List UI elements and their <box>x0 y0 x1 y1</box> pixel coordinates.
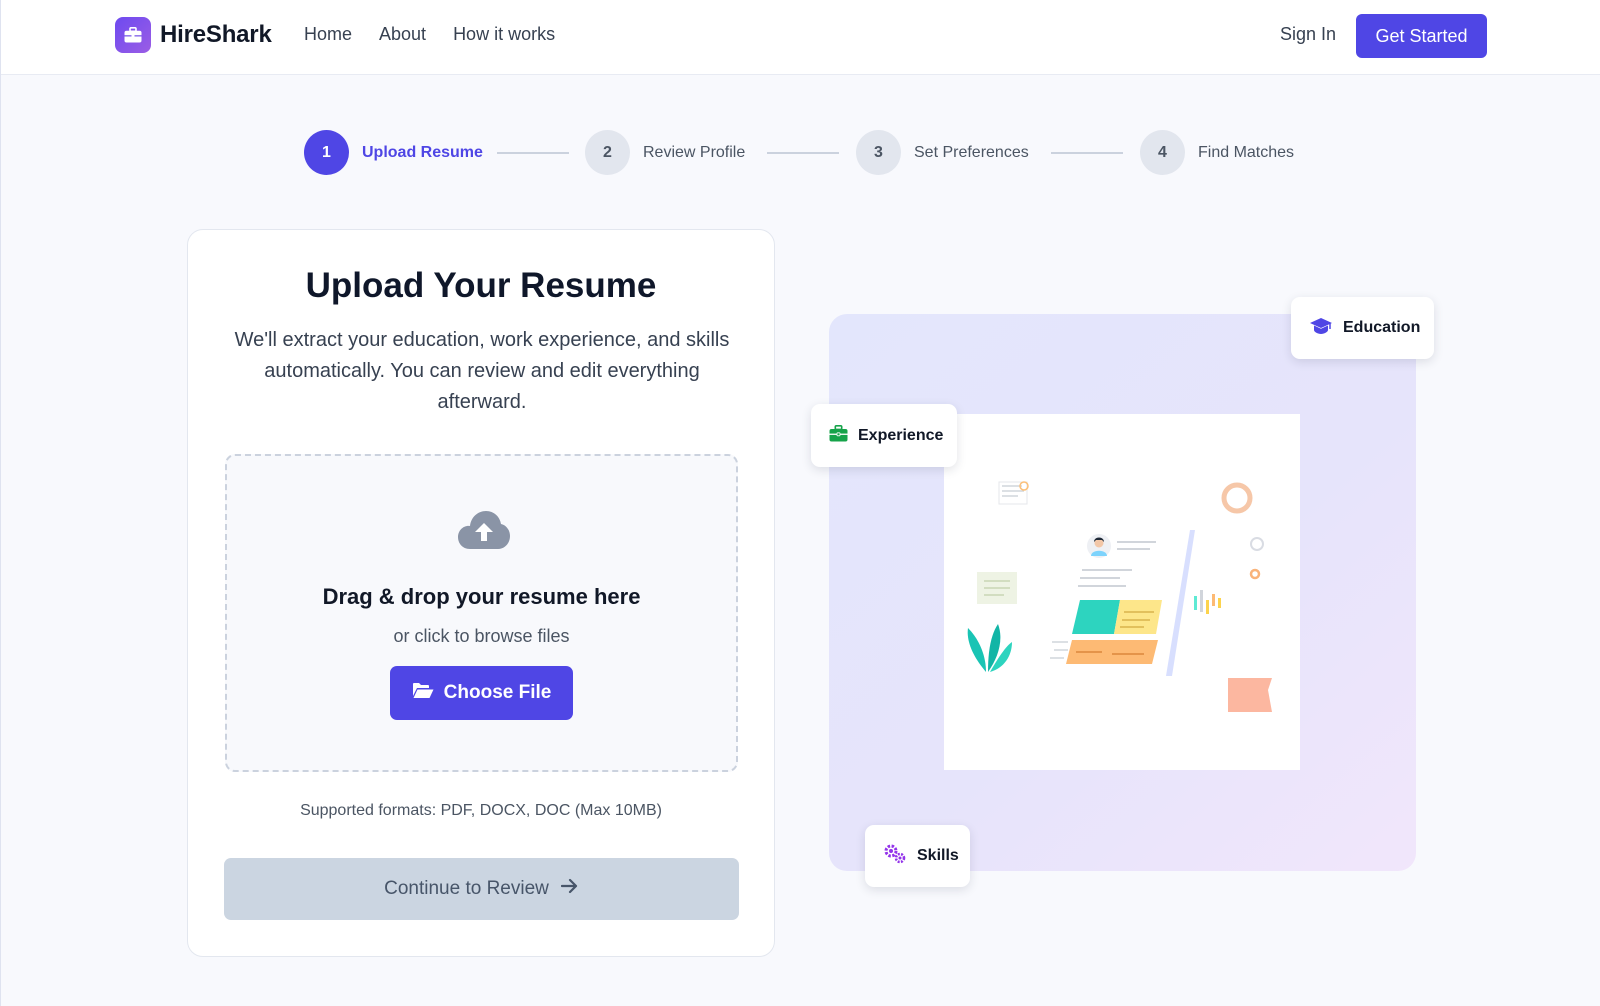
nav-how-it-works[interactable]: How it works <box>453 24 555 45</box>
step-connector <box>767 152 839 154</box>
step-find-matches: 4 Find Matches <box>1140 130 1294 175</box>
step-upload-resume: 1 Upload Resume <box>304 130 483 175</box>
choose-file-button[interactable]: Choose File <box>390 666 573 720</box>
upload-description: We'll extract your education, work exper… <box>234 329 730 413</box>
choose-file-label: Choose File <box>443 682 552 703</box>
progress-stepper: 1 Upload Resume 2 Review Profile 3 Set P… <box>304 130 1304 175</box>
step-label: Set Preferences <box>914 143 1029 161</box>
get-started-button[interactable]: Get Started <box>1356 14 1487 58</box>
graduation-cap-icon <box>1309 317 1333 340</box>
step-number: 4 <box>1140 130 1185 175</box>
continue-label: Continue to Review <box>384 878 549 899</box>
supported-formats: Supported formats: PDF, DOCX, DOC (Max 1… <box>300 802 662 819</box>
step-label: Find Matches <box>1198 143 1295 161</box>
brand-name: HireShark <box>160 21 272 48</box>
education-chip: Education <box>1291 297 1434 359</box>
step-review-profile: 2 Review Profile <box>585 130 745 175</box>
page-title: Upload Your Resume <box>305 266 657 305</box>
brand-logo[interactable]: HireShark <box>115 17 272 53</box>
experience-chip-label: Experience <box>858 426 944 444</box>
sign-in-link[interactable]: Sign In <box>1280 24 1336 45</box>
dropzone-subtitle: or click to browse files <box>393 626 570 646</box>
briefcase-icon <box>115 17 151 53</box>
step-label: Review Profile <box>643 143 746 161</box>
briefcase-icon <box>829 424 848 447</box>
upload-card: Upload Your Resume We'll extract your ed… <box>187 229 775 957</box>
main-nav: Home About How it works <box>304 24 555 45</box>
cloud-upload-icon <box>458 510 510 550</box>
step-connector <box>497 152 569 154</box>
nav-about[interactable]: About <box>379 24 426 45</box>
education-chip-label: Education <box>1343 319 1421 336</box>
step-number: 1 <box>304 130 349 175</box>
arrow-right-icon <box>560 878 579 900</box>
continue-to-review-button[interactable]: Continue to Review <box>224 858 739 920</box>
step-connector <box>1051 152 1123 154</box>
step-label: Upload Resume <box>362 143 483 161</box>
top-navbar: HireShark Home About How it works Sign I… <box>1 0 1600 75</box>
experience-chip: Experience <box>811 404 957 467</box>
nav-home[interactable]: Home <box>304 24 352 45</box>
skills-chip: Skills <box>865 825 970 887</box>
resume-illustration <box>944 414 1300 770</box>
step-number: 3 <box>856 130 901 175</box>
gears-icon <box>883 844 907 869</box>
skills-chip-label: Skills <box>917 847 959 864</box>
step-set-preferences: 3 Set Preferences <box>856 130 1029 175</box>
step-number: 2 <box>585 130 630 175</box>
dropzone-title: Drag & drop your resume here <box>322 584 641 609</box>
folder-open-icon <box>412 682 434 705</box>
resume-dropzone[interactable]: Drag & drop your resume here or click to… <box>225 454 738 772</box>
